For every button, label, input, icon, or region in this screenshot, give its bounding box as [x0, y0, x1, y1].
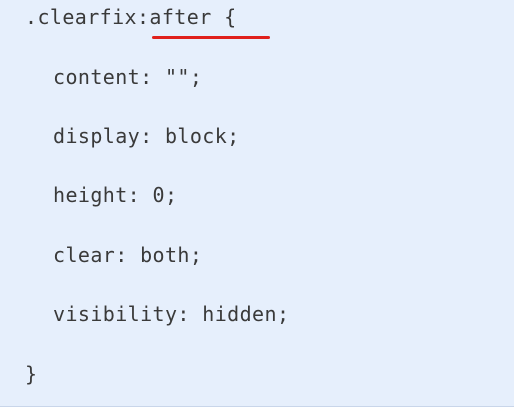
- css-pseudo-element: :after: [136, 5, 212, 29]
- pseudo-highlight-underline: [152, 36, 270, 39]
- css-declaration-height: height: 0;: [53, 183, 178, 207]
- css-declaration-content: content: "";: [53, 65, 203, 89]
- open-brace: {: [211, 5, 237, 29]
- close-brace: }: [25, 362, 38, 386]
- css-declaration-visibility: visibility: hidden;: [53, 302, 290, 326]
- css-selector: .clearfix: [25, 5, 137, 29]
- code-snippet: .clearfix:after { content: ""; display: …: [0, 0, 514, 407]
- css-rule-header: .clearfix:after {: [25, 5, 237, 29]
- css-declaration-clear: clear: both;: [53, 243, 203, 267]
- css-declaration-display: display: block;: [53, 124, 240, 148]
